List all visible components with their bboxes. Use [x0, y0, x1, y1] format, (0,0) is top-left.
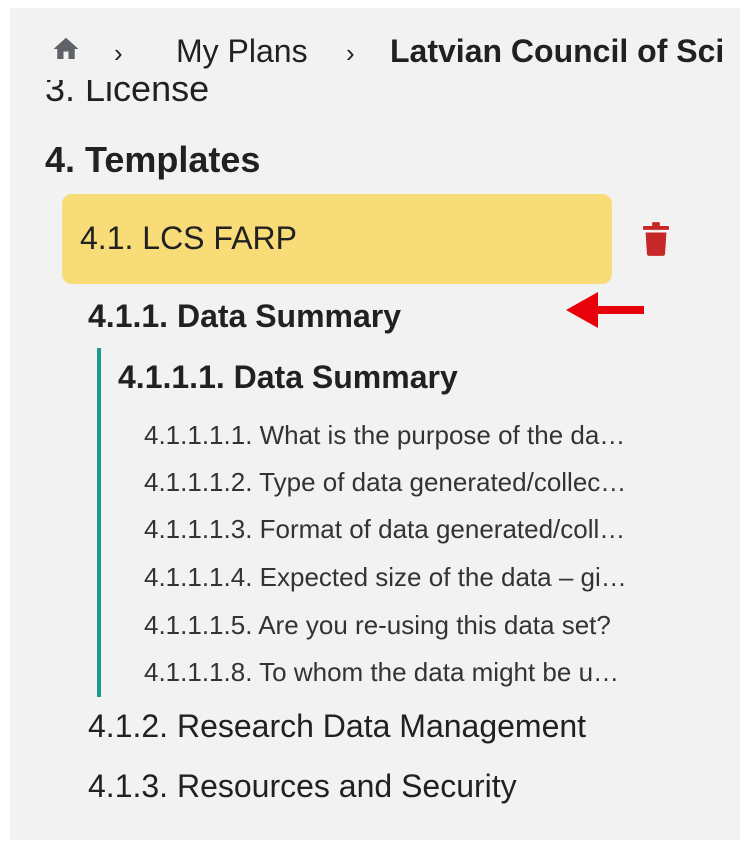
- section-research-data-management[interactable]: 4.1.2. Research Data Management: [88, 708, 586, 745]
- question-item[interactable]: 4.1.1.1.1. What is the purpose of the da…: [144, 420, 625, 451]
- question-item[interactable]: 4.1.1.1.3. Format of data generated/coll…: [144, 514, 625, 545]
- trash-icon[interactable]: [643, 222, 669, 256]
- subsection-data-summary[interactable]: 4.1.1.1. Data Summary: [118, 359, 458, 396]
- chevron-right-icon: ›: [346, 38, 355, 68]
- chevron-right-icon: ›: [114, 38, 123, 68]
- question-item[interactable]: 4.1.1.1.2. Type of data generated/collec…: [144, 467, 626, 498]
- breadcrumb-link-my-plans[interactable]: My Plans: [176, 33, 308, 70]
- question-item[interactable]: 4.1.1.1.8. To whom the data might be u…: [144, 657, 619, 688]
- section-resources-and-security[interactable]: 4.1.3. Resources and Security: [88, 768, 517, 805]
- breadcrumb: › My Plans › Latvian Council of Sci: [10, 28, 740, 80]
- outline-indent-line: [97, 348, 101, 697]
- outline-heading-templates: 4. Templates: [45, 139, 261, 180]
- red-arrow-icon: [566, 292, 644, 328]
- template-item-selected[interactable]: 4.1. LCS FARP: [62, 194, 612, 284]
- template-label: 4.1. LCS FARP: [80, 220, 297, 256]
- question-item[interactable]: 4.1.1.1.4. Expected size of the data – g…: [144, 562, 627, 593]
- breadcrumb-current: Latvian Council of Sci: [390, 33, 725, 69]
- home-icon[interactable]: [50, 34, 82, 64]
- plan-outline-panel: 3. License › My Plans › Latvian Council …: [10, 8, 740, 840]
- question-item[interactable]: 4.1.1.1.5. Are you re-using this data se…: [144, 610, 611, 641]
- section-data-summary[interactable]: 4.1.1. Data Summary: [88, 298, 401, 335]
